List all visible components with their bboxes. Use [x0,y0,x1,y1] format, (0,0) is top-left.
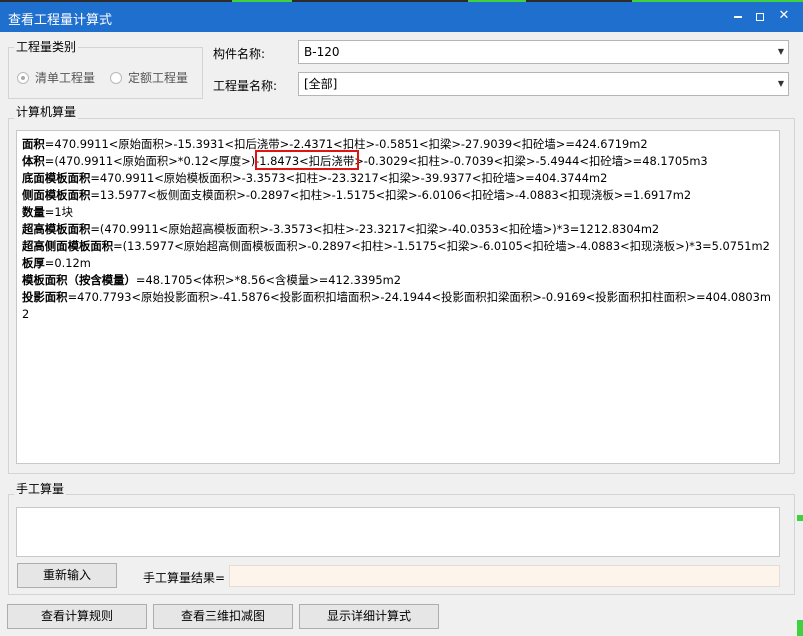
calc-line: 数量=1块 [22,205,73,219]
maximize-button[interactable] [749,6,771,26]
quantity-type-label: 工程量类别 [14,40,79,54]
radio-unselected-icon [110,71,122,84]
calc-line: 板厚=0.12m [22,256,91,270]
highlight-box [255,150,359,170]
calc-line: 投影面积=470.7793<原始投影面积>-41.5876<投影面积扣墙面积>-… [22,290,771,321]
component-name-label: 构件名称: [213,47,266,61]
edge-marker [797,515,803,521]
calc-line: 侧面模板面积=13.5977<板侧面支模面积>-0.2897<扣柱>-1.517… [22,188,692,202]
component-name-select[interactable]: B-120 ▼ [298,40,789,64]
show-detail-button[interactable]: 显示详细计算式 [299,604,439,629]
quantity-name-select[interactable]: [全部] ▼ [298,72,789,96]
radio-label: 定额工程量 [128,71,189,85]
calc-line: 面积=470.9911<原始面积>-15.3931<扣后浇带>-2.4371<扣… [22,137,648,151]
top-strip-green [632,0,803,2]
view-3d-button[interactable]: 查看三维扣减图 [153,604,293,629]
title-bar: 查看工程量计算式 ✕ [0,0,803,32]
quantity-name-value: [全部] [304,77,338,91]
view-rules-button[interactable]: 查看计算规则 [7,604,147,629]
manual-result-field [229,565,780,587]
calc-line: 模板面积（按含模量）=48.1705<体积>*8.56<含模量>=412.339… [22,273,401,287]
calc-text-area[interactable]: 面积=470.9911<原始面积>-15.3931<扣后浇带>-2.4371<扣… [16,130,780,464]
radio-label: 清单工程量 [35,71,96,85]
computer-calc-label: 计算机算量 [14,105,79,119]
window-title: 查看工程量计算式 [8,13,113,28]
calc-line: 体积=(470.9911<原始面积>*0.12<厚度>)-1.8473<扣后浇带… [22,154,708,168]
close-icon: ✕ [778,8,790,23]
radio-list-quantity[interactable]: 清单工程量 [17,69,95,86]
manual-calc-label: 手工算量 [14,482,67,496]
maximize-icon [756,12,764,21]
component-name-value: B-120 [304,45,340,59]
calc-line: 底面模板面积=470.9911<原始模板面积>-3.3573<扣柱>-23.32… [22,171,608,185]
minimize-button[interactable] [727,6,749,26]
quantity-name-label: 工程量名称: [213,79,278,93]
minimize-icon [734,15,742,18]
radio-selected-icon [17,71,29,84]
radio-quota-quantity[interactable]: 定额工程量 [110,69,188,86]
calc-line: 超高模板面积=(470.9911<原始超高模板面积>-3.3573<扣柱>-23… [22,222,660,236]
manual-result-label: 手工算量结果= [143,571,226,585]
top-strip [0,0,803,2]
reinput-button[interactable]: 重新输入 [17,563,117,588]
top-strip-green [232,0,292,2]
manual-calc-input[interactable] [16,507,780,557]
calc-line: 超高侧面模板面积=(13.5977<原始超高侧面模板面积>-0.2897<扣柱>… [22,239,770,253]
chevron-down-icon: ▼ [777,79,784,88]
top-strip-green [468,0,526,2]
close-button[interactable]: ✕ [773,6,795,26]
edge-marker [797,620,803,636]
chevron-down-icon: ▼ [777,47,784,56]
